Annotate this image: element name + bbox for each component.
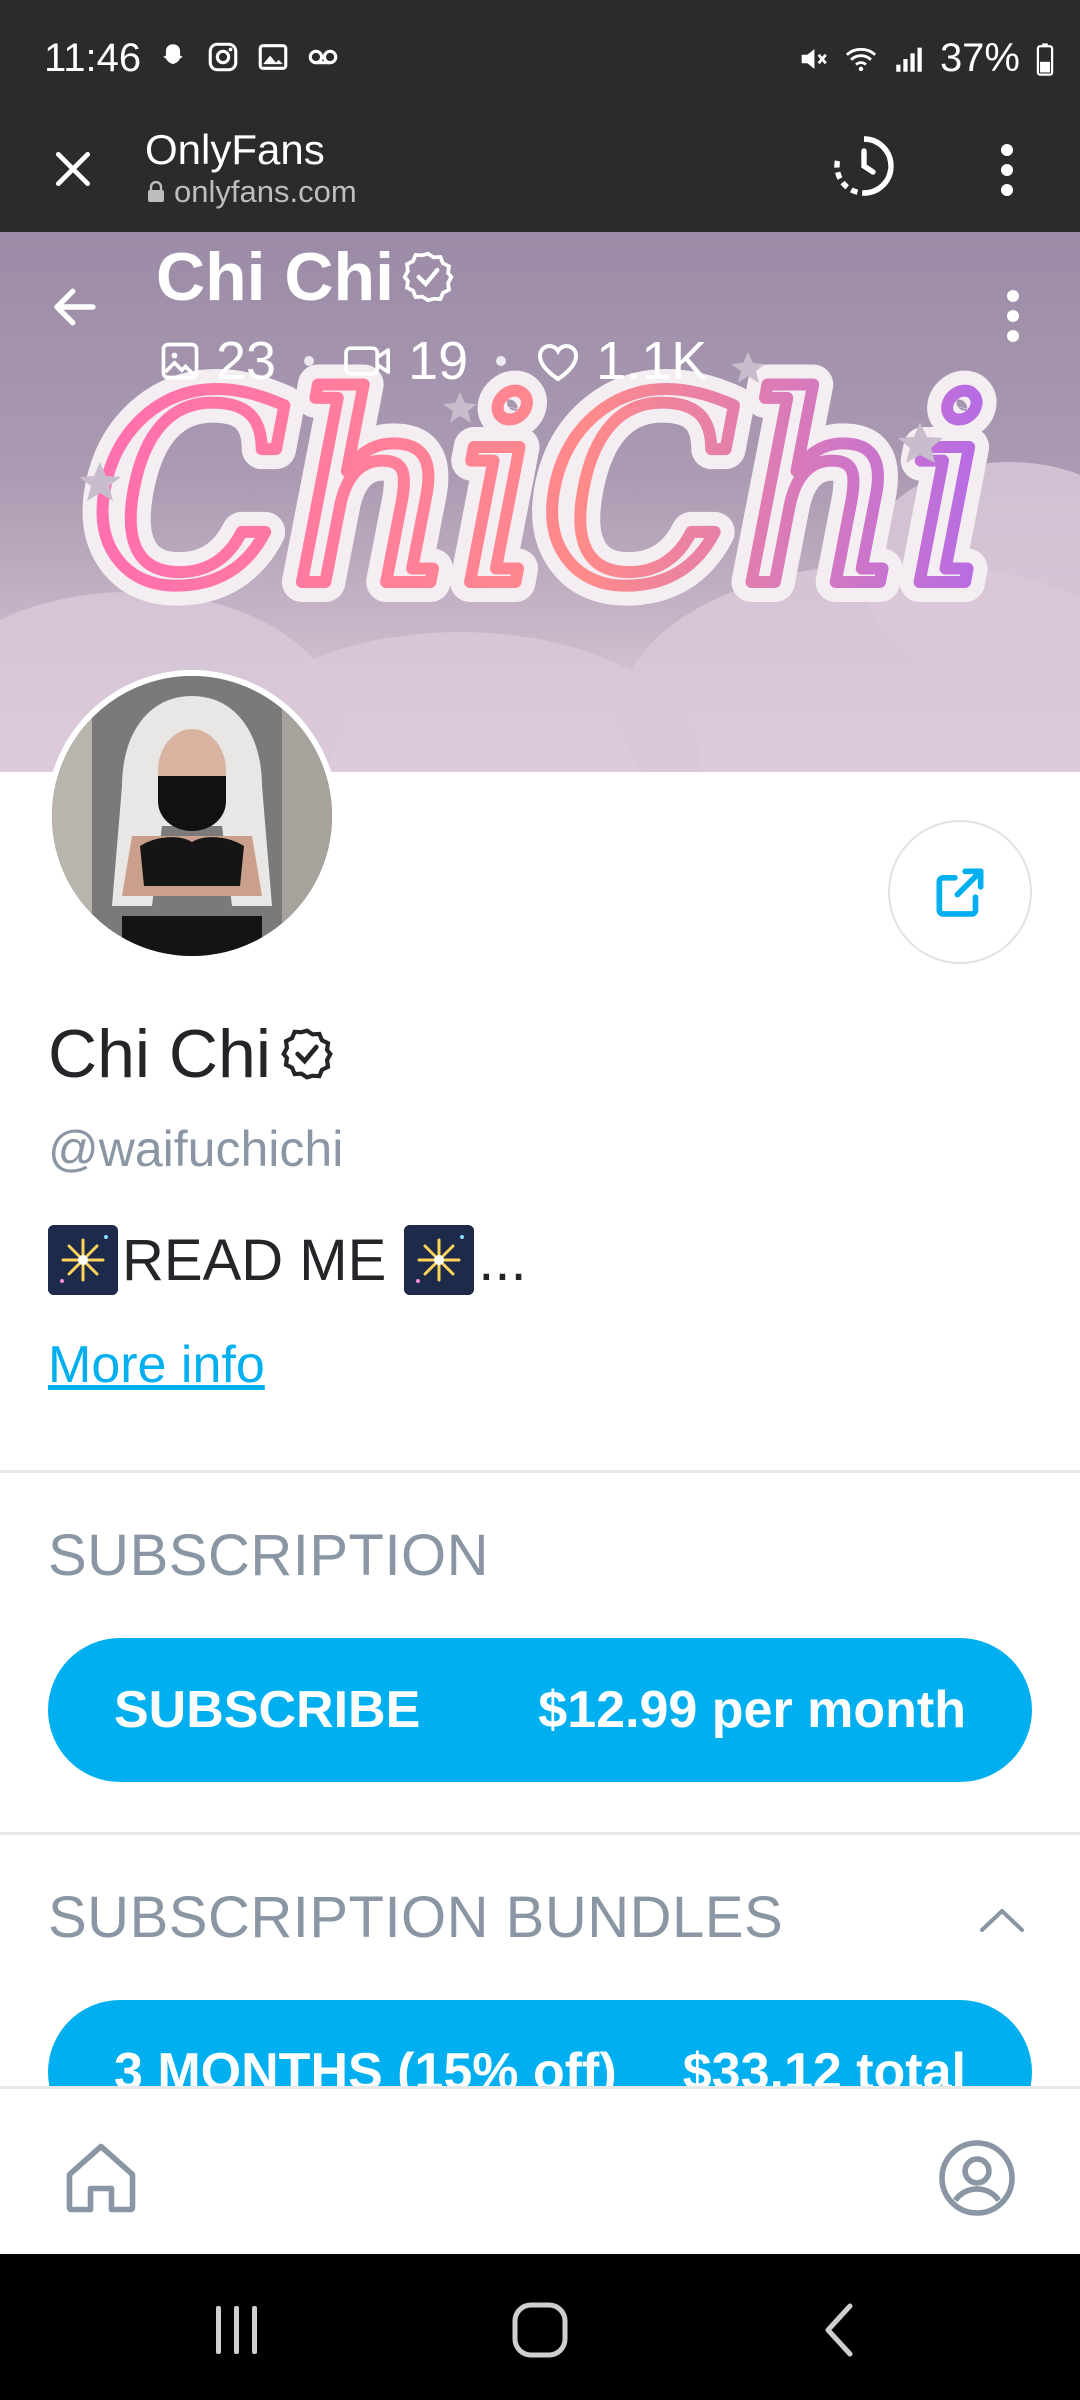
subscribe-label: SUBSCRIBE [114, 1681, 421, 1739]
nav-home-button[interactable] [56, 2133, 146, 2223]
section-divider [0, 1832, 1080, 1835]
battery-percent: 37% [939, 36, 1020, 80]
status-time: 11:46 [44, 36, 142, 80]
avatar-image [52, 676, 332, 956]
snapchat-icon [163, 44, 183, 65]
subscription-section-title: SUBSCRIPTION [48, 1523, 490, 1588]
section-divider [0, 1470, 1080, 1473]
heart-icon [538, 344, 579, 382]
close-icon [55, 151, 91, 187]
home-circle-icon [512, 2302, 568, 2358]
home-system-button[interactable] [500, 2290, 580, 2370]
notification-icons [156, 40, 340, 74]
browser-menu-button[interactable] [982, 130, 1032, 210]
image-icon [161, 342, 199, 380]
bio-text: READ ME [122, 1227, 387, 1293]
status-bar: 11:46 37% [0, 0, 1080, 122]
history-icon [834, 136, 894, 196]
svg-text:ChiChi: ChiChi [90, 352, 989, 644]
more-info-link[interactable]: More info [48, 1335, 265, 1395]
wifi-icon [845, 47, 877, 71]
chichi-logo: ChiChi ChiChi [70, 352, 1010, 652]
more-vert-icon [1007, 290, 1019, 342]
system-navigation-bar [0, 2254, 1080, 2400]
bundles-section-title: SUBSCRIPTION BUNDLES [48, 1885, 784, 1950]
back-system-button[interactable] [800, 2290, 880, 2370]
user-circle-icon [939, 2140, 1015, 2216]
profile-name: Chi Chi [48, 1015, 335, 1093]
gallery-icon [258, 44, 288, 70]
banner-profile-name: Chi Chi [156, 238, 456, 316]
avatar[interactable] [46, 670, 338, 962]
share-profile-button[interactable] [888, 820, 1032, 964]
video-count: 19 [408, 331, 469, 391]
home-icon [66, 2143, 136, 2213]
tab-url: onlyfans.com [146, 174, 357, 210]
stat-separator [496, 356, 507, 366]
instagram-icon [208, 42, 238, 72]
banner-name-text: Chi Chi [156, 239, 394, 315]
nav-profile-button[interactable] [932, 2133, 1022, 2223]
verified-badge-icon [402, 251, 454, 303]
bottom-navigation [0, 2086, 1080, 2254]
recent-apps-button[interactable] [196, 2290, 276, 2370]
mute-icon [801, 48, 827, 69]
url-text: onlyfans.com [174, 174, 357, 209]
stat-separator [304, 356, 315, 366]
chevron-up-icon [980, 1909, 1024, 1932]
back-button[interactable] [40, 272, 110, 342]
system-icons: 37% [796, 36, 1056, 81]
photo-count: 23 [216, 331, 277, 391]
bio-ellipsis: ... [478, 1227, 527, 1293]
share-icon [936, 868, 984, 917]
tab-title: OnlyFans [145, 126, 325, 173]
signal-icon [896, 47, 922, 72]
lock-icon [148, 181, 164, 202]
likes-count: 1.1K [596, 331, 708, 391]
close-tab-button[interactable] [38, 134, 108, 204]
profile-handle: @waifuchichi [48, 1121, 344, 1177]
arrow-left-icon [54, 288, 96, 326]
battery-icon [1036, 42, 1054, 76]
recent-apps-icon [216, 2306, 257, 2354]
video-icon [344, 346, 391, 376]
voicemail-icon [308, 49, 338, 65]
chevron-left-icon [825, 2303, 853, 2357]
profile-bio: READ ME ... [48, 1225, 527, 1295]
profile-menu-button[interactable] [988, 276, 1038, 356]
history-button[interactable] [824, 126, 904, 206]
verified-badge-icon [281, 1028, 333, 1080]
subscribe-price: $12.99 per month [538, 1681, 966, 1739]
fireworks-emoji-icon [48, 1225, 118, 1295]
custom-tab-toolbar: OnlyFans onlyfans.com [0, 122, 1080, 232]
subscribe-button[interactable]: SUBSCRIBE $12.99 per month [48, 1638, 1032, 1782]
collapse-bundles-button[interactable] [972, 1890, 1032, 1950]
more-vert-icon [1001, 144, 1013, 196]
fireworks-emoji-icon [404, 1225, 475, 1295]
profile-stats: 23 19 1.1K [158, 330, 707, 392]
profile-name-text: Chi Chi [48, 1016, 271, 1092]
